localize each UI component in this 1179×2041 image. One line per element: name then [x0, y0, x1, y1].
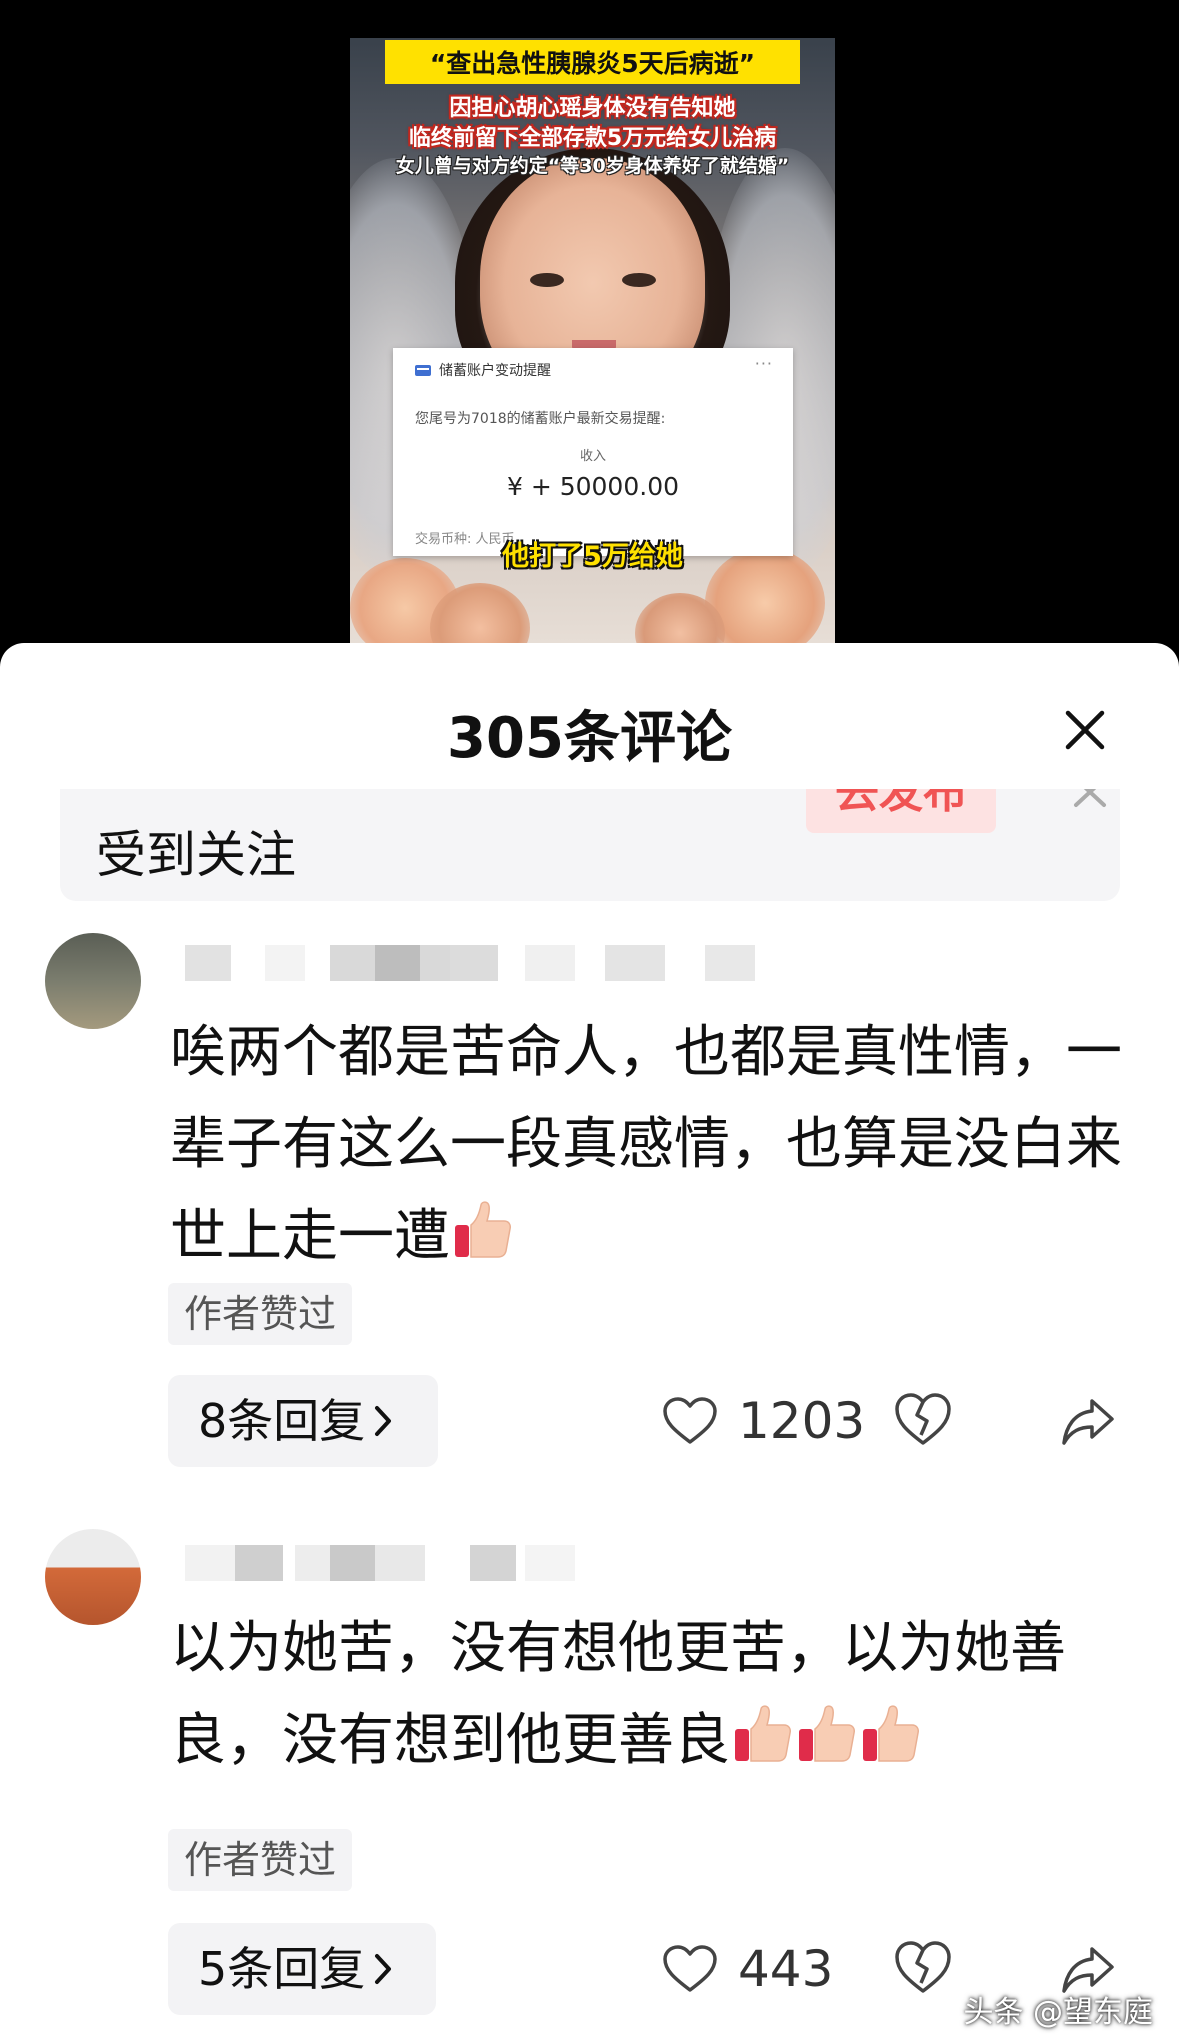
share-button[interactable]	[1060, 1393, 1116, 1449]
bank-amount: ¥ + 50000.00	[506, 472, 680, 501]
watermark: 头条 @望东庭	[963, 1995, 1153, 2030]
author-liked-badge: 作者赞过	[168, 1829, 353, 1891]
share-icon	[1062, 1399, 1114, 1445]
avatar[interactable]	[45, 1529, 141, 1625]
publish-button[interactable]: 去发布	[806, 789, 996, 833]
chevron-right-icon	[375, 1406, 392, 1436]
comment-text: 以为她苦，没有想他更苦，以为她善良，没有想到他更善良	[170, 1603, 1130, 1787]
video-caption-line: 临终前留下全部存款5万元给女儿治病	[408, 126, 777, 151]
portrait-eye-right	[622, 273, 656, 287]
thumbs-up-icon	[735, 1705, 791, 1762]
bank-notification-card: 储蓄账户变动提醒 ··· 您尾号为7018的储蓄账户最新交易提醒: 收入 ¥ +…	[393, 348, 793, 556]
broken-heart-icon	[895, 1941, 951, 1993]
author-liked-badge: 作者赞过	[168, 1283, 353, 1345]
banner-close-button[interactable]	[1060, 789, 1120, 815]
chevron-right-icon	[375, 1954, 392, 1984]
video-frame[interactable]: “查出急性胰腺炎5天后病逝” 因担心胡心瑶身体没有告知她 临终前留下全部存款5万…	[350, 38, 835, 650]
like-count: 1203	[738, 1392, 866, 1450]
more-icon: ···	[754, 354, 773, 373]
comment-sheet: 305条评论 受到关注 去发布 唉两个都是苦命人，也都是真性情，一辈子有这么一段…	[0, 643, 1179, 2041]
close-icon	[1065, 710, 1105, 750]
bank-card-description: 您尾号为7018的储蓄账户最新交易提醒:	[415, 411, 666, 427]
like-count: 443	[738, 1940, 834, 1998]
dislike-button[interactable]	[893, 1391, 953, 1451]
video-bottom-caption: 他打了5万给她	[502, 541, 683, 572]
broken-heart-icon	[895, 1393, 951, 1445]
heart-icon	[663, 1397, 717, 1444]
bank-card-title: 储蓄账户变动提醒	[439, 363, 551, 379]
thumbs-up-icon	[863, 1705, 919, 1762]
like-button[interactable]: 1203	[662, 1375, 865, 1467]
replies-label: 8条回复	[198, 1394, 366, 1448]
comment-body: 唉两个都是苦命人，也都是真性情，一辈子有这么一段真感情，也算是没白来世上走一遭	[170, 1020, 1122, 1269]
publish-banner: 受到关注 去发布	[60, 789, 1120, 901]
banner-text: 受到关注	[96, 826, 296, 884]
username-mosaic[interactable]	[185, 945, 815, 981]
heart-icon	[663, 1945, 717, 1992]
view-replies-button[interactable]: 8条回复	[168, 1375, 438, 1467]
video-player[interactable]: “查出急性胰腺炎5天后病逝” 因担心胡心瑶身体没有告知她 临终前留下全部存款5万…	[0, 0, 1179, 650]
video-headline: “查出急性胰腺炎5天后病逝”	[385, 40, 800, 84]
thumbs-up-icon	[799, 1705, 855, 1762]
close-icon	[1074, 789, 1106, 807]
comment-count-title: 305条评论	[447, 706, 732, 771]
comment-body: 以为她苦，没有想他更苦，以为她善良，没有想到他更善良	[170, 1616, 1066, 1773]
view-replies-button[interactable]: 5条回复	[168, 1923, 436, 2015]
like-button[interactable]: 443	[662, 1923, 833, 2015]
avatar[interactable]	[45, 933, 141, 1029]
video-caption-line: 女儿曾与对方约定“等30岁身体养好了就结婚”	[395, 155, 790, 177]
bank-card-header: 储蓄账户变动提醒	[415, 360, 551, 380]
bank-income-label: 收入	[579, 449, 606, 464]
replies-label: 5条回复	[198, 1942, 366, 1996]
thumbs-up-icon	[455, 1201, 511, 1258]
dislike-button[interactable]	[893, 1939, 953, 1999]
portrait-eye-left	[530, 273, 564, 287]
bank-card-icon	[415, 364, 431, 376]
video-caption-line: 因担心胡心瑶身体没有告知她	[449, 96, 736, 121]
username-mosaic[interactable]	[185, 1545, 815, 1581]
comment-text: 唉两个都是苦命人，也都是真性情，一辈子有这么一段真感情，也算是没白来世上走一遭	[170, 1007, 1130, 1283]
close-button[interactable]	[1060, 705, 1110, 755]
